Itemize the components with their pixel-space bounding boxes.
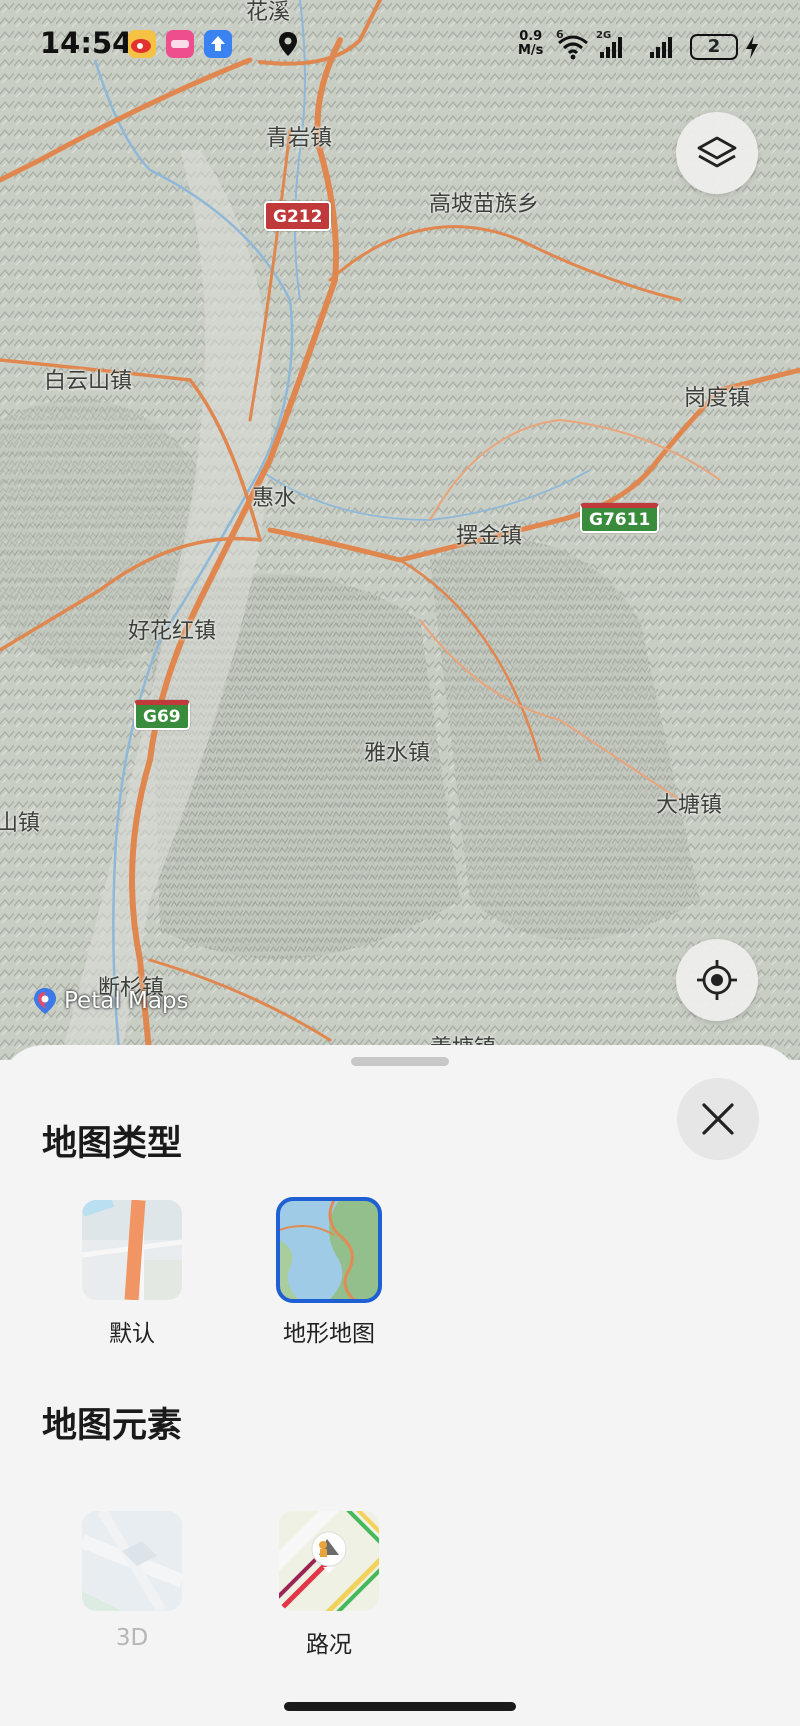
place-label[interactable]: 好花红镇 xyxy=(128,613,216,645)
my-location-button[interactable] xyxy=(676,939,758,1021)
map-type-default-option[interactable]: 默认 xyxy=(57,1200,207,1348)
signal-strength-icon xyxy=(646,32,680,64)
terrain-map-thumbnail xyxy=(276,1197,382,1303)
pink-app-icon xyxy=(166,30,194,58)
place-label[interactable]: 山镇 xyxy=(0,805,40,837)
signal-strength-icon: 2G xyxy=(596,30,630,64)
map-type-label: 地形地图 xyxy=(283,1321,375,1347)
battery-icon: 2 xyxy=(690,34,738,60)
petal-maps-logo: Petal Maps xyxy=(32,986,189,1016)
place-label[interactable]: 惠水 xyxy=(252,480,296,512)
crosshair-icon xyxy=(697,960,737,1000)
sheet-drag-handle[interactable] xyxy=(351,1057,449,1066)
map-element-traffic-toggle[interactable]: 路况 xyxy=(254,1511,404,1659)
layers-icon xyxy=(697,136,737,168)
place-label[interactable]: 白云山镇 xyxy=(44,363,132,395)
map-element-label: 路况 xyxy=(306,1632,352,1658)
upload-app-icon xyxy=(204,30,232,58)
traffic-thumbnail xyxy=(279,1511,379,1611)
map-type-heading: 地图类型 xyxy=(42,1124,183,1164)
close-icon xyxy=(702,1103,734,1135)
home-indicator[interactable] xyxy=(284,1702,516,1711)
place-label[interactable]: 摆金镇 xyxy=(456,518,522,550)
place-label[interactable]: 大塘镇 xyxy=(656,787,722,819)
brand-name: Petal Maps xyxy=(64,988,189,1014)
highway-shield-g69[interactable]: G69 xyxy=(134,700,190,730)
highway-shield-g7611[interactable]: G7611 xyxy=(580,503,660,533)
weibo-app-icon xyxy=(128,30,156,58)
close-button[interactable] xyxy=(677,1078,759,1160)
map-type-terrain-option[interactable]: 地形地图 xyxy=(254,1197,404,1348)
location-icon xyxy=(276,30,300,62)
charging-icon xyxy=(744,34,760,64)
map-element-label: 3D xyxy=(115,1625,149,1651)
net-speed: 0.9 M/s xyxy=(518,29,544,58)
3d-thumbnail xyxy=(82,1511,182,1611)
place-label[interactable]: 岗度镇 xyxy=(684,380,750,412)
place-label[interactable]: 雅水镇 xyxy=(364,735,430,767)
map-type-label: 默认 xyxy=(109,1321,155,1347)
petal-maps-pin-icon xyxy=(34,988,56,1014)
place-label[interactable]: 高坡苗族乡 xyxy=(429,186,539,218)
status-bar: 14:54 0.9 M/s 6 2G 2 xyxy=(0,0,800,92)
map-elements-heading: 地图元素 xyxy=(42,1406,183,1446)
default-map-thumbnail xyxy=(82,1200,182,1300)
layers-button[interactable] xyxy=(676,112,758,194)
place-label[interactable]: 青岩镇 xyxy=(266,120,332,152)
status-time: 14:54 xyxy=(40,26,133,60)
wifi-icon: 6 xyxy=(556,28,590,64)
map-element-3d-toggle[interactable]: 3D xyxy=(57,1511,207,1651)
map-settings-sheet: 地图类型 默认 地形地图 地图元素 3D 路况 xyxy=(0,1045,800,1726)
map-view[interactable]: 花溪 青岩镇 高坡苗族乡 白云山镇 岗度镇 惠水 摆金镇 好花红镇 雅水镇 大塘… xyxy=(0,0,800,1060)
highway-shield-g212[interactable]: G212 xyxy=(264,201,332,231)
